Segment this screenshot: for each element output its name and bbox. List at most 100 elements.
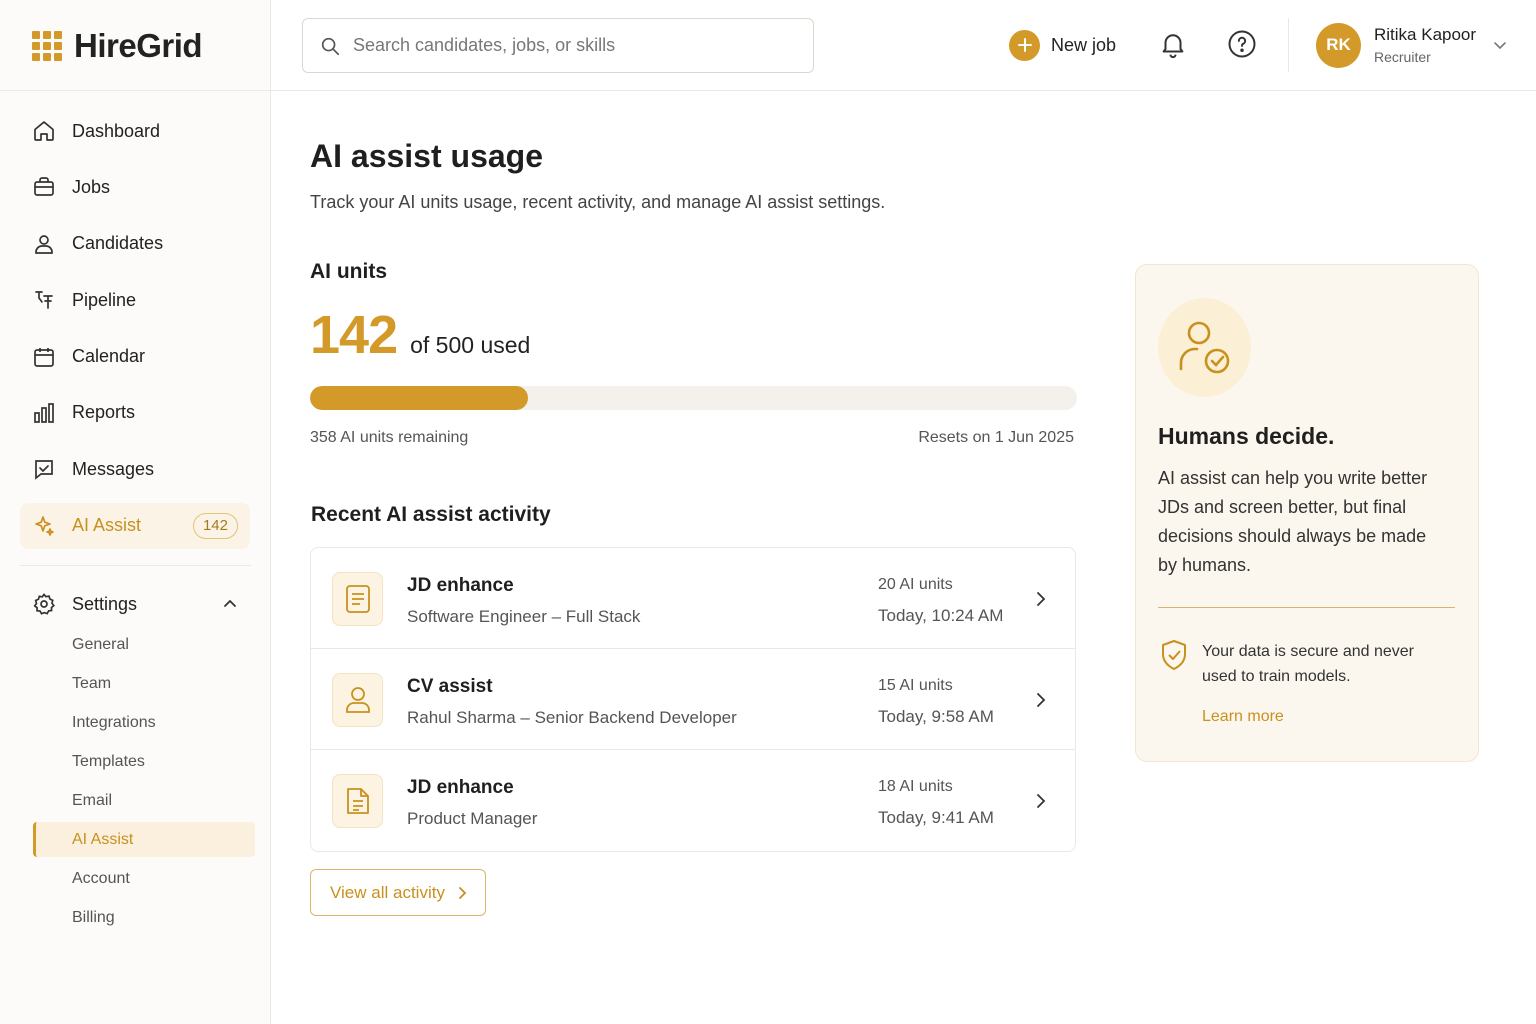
activity-row[interactable]: JD enhance Software Engineer – Full Stac… [311,548,1075,649]
activity-title: JD enhance [407,777,514,798]
chevron-right-icon [1037,693,1046,707]
new-job-button[interactable]: New job [1009,28,1116,62]
activity-list: JD enhance Software Engineer – Full Stac… [310,547,1076,852]
chevron-right-icon [459,886,467,899]
sidebar-item-label: AI Assist [72,515,142,536]
pipeline-icon [35,291,53,310]
sidebar-item-dashboard[interactable]: Dashboard [20,108,250,154]
sidebar-item-label: Jobs [72,176,111,197]
main-nav: Dashboard Jobs Candidates Pipeline Calen… [20,108,250,559]
user-icon [332,673,383,727]
units-remaining: 358 AI units remaining [310,429,469,446]
bell-icon[interactable] [1158,29,1188,59]
humans-decide-card: Humans decide. AI assist can help you wr… [1135,264,1479,762]
data-security-note: Your data is secure and never used to tr… [1202,643,1414,685]
view-all-activity-button[interactable]: View all activity [310,869,486,916]
settings-item-account[interactable]: Account [33,861,255,896]
document-icon [332,572,383,626]
settings-item-integrations[interactable]: Integrations [33,705,255,740]
sidebar-item-label: Candidates [72,233,164,254]
bar-chart-icon [34,403,54,423]
units-section-title: AI units [310,260,387,283]
activity-units: 15 AI units [878,677,953,694]
sidebar-item-label: Dashboard [72,120,161,141]
sidebar-item-reports[interactable]: Reports [20,390,250,436]
message-icon [35,460,53,481]
calendar-icon [34,347,54,367]
search-input[interactable] [353,35,793,56]
page-title: AI assist usage [310,138,543,174]
settings-item-general[interactable]: General [33,627,255,662]
usage-progress-fill [310,386,528,410]
app-logo[interactable]: HireGrid [32,26,203,66]
sidebar: HireGrid Dashboard Jobs Candidates Pipel… [0,0,271,1024]
chevron-right-icon [1037,592,1046,606]
page-subtitle: Track your AI units usage, recent activi… [310,192,886,212]
activity-title: JD enhance [407,575,514,596]
logo-grid-icon [32,31,62,61]
help-icon[interactable] [1227,29,1257,59]
card-title: Humans decide. [1158,423,1335,449]
activity-units: 18 AI units [878,778,953,795]
settings-item-billing[interactable]: Billing [33,900,255,935]
activity-title: CV assist [407,676,493,697]
top-header: New job RK Ritika Kapoor Recruiter [271,0,1536,91]
divider [1158,607,1455,608]
activity-units: 20 AI units [878,576,953,593]
sidebar-item-pipeline[interactable]: Pipeline [20,277,250,323]
activity-description: Product Manager [407,809,538,828]
chevron-right-icon [1037,794,1046,808]
activity-time: Today, 9:58 AM [878,707,994,726]
activity-row[interactable]: CV assist Rahul Sharma – Senior Backend … [311,649,1075,750]
sidebar-item-candidates[interactable]: Candidates [20,221,250,267]
sparkle-icon [35,515,54,536]
usage-count-badge: 142 [192,512,238,539]
sidebar-item-jobs[interactable]: Jobs [20,164,250,210]
divider [1288,18,1289,72]
plus-icon [1009,29,1040,61]
sidebar-item-label: Messages [72,458,155,479]
settings-subnav: General Team Integrations Templates Emai… [33,627,255,939]
view-all-label: View all activity [330,882,445,902]
units-total-label: of 500 used [410,332,531,358]
sidebar-item-label: Reports [72,402,136,423]
search-box[interactable] [302,18,814,73]
settings-label: Settings [72,593,138,614]
sidebar-item-label: Pipeline [72,289,137,310]
settings-item-ai-assist[interactable]: AI Assist [33,822,255,857]
settings-item-email[interactable]: Email [33,783,255,818]
settings-toggle[interactable]: Settings [20,582,250,626]
chevron-up-icon [224,599,236,607]
briefcase-icon [34,177,54,197]
settings-item-team[interactable]: Team [33,666,255,701]
sidebar-item-calendar[interactable]: Calendar [20,334,250,380]
new-job-label: New job [1051,34,1117,55]
activity-row[interactable]: JD enhance Product Manager 18 AI units T… [311,750,1075,851]
sidebar-item-label: Calendar [72,346,146,367]
sidebar-item-ai-assist[interactable]: AI Assist 142 [20,502,250,549]
activity-time: Today, 10:24 AM [878,606,1004,625]
learn-more-link[interactable]: Learn more [1202,708,1284,726]
avatar: RK [1316,22,1361,68]
user-icon [35,234,53,254]
user-check-icon [1158,298,1251,397]
activity-description: Software Engineer – Full Stack [407,607,641,626]
gear-icon [33,593,55,615]
units-used-value: 142 [310,305,398,365]
activity-description: Rahul Sharma – Senior Backend Developer [407,708,737,727]
user-menu[interactable]: RK Ritika Kapoor Recruiter [1316,21,1508,69]
divider [20,565,251,566]
search-icon [321,37,340,55]
units-reset-date: Resets on 1 Jun 2025 [918,429,1074,446]
shield-check-icon [1162,640,1186,670]
user-name: Ritika Kapoor [1374,25,1477,44]
activity-section-title: Recent AI assist activity [311,503,551,526]
settings-item-templates[interactable]: Templates [33,744,255,779]
chevron-down-icon [1494,42,1506,50]
app-name: HireGrid [74,27,203,64]
sidebar-item-messages[interactable]: Messages [20,446,250,492]
card-text: AI assist can help you write better JDs … [1158,468,1428,575]
document-icon [332,774,383,828]
activity-time: Today, 9:41 AM [878,808,994,827]
user-role: Recruiter [1374,49,1431,65]
